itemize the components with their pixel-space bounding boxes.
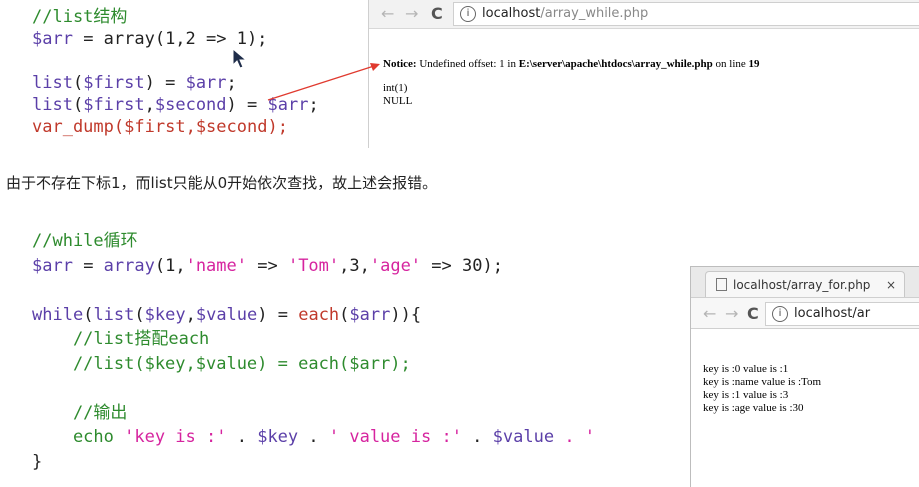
code-string: 'age': [369, 255, 422, 276]
code-keyword: while: [32, 304, 84, 325]
code-line: $arr = array(1,'name' => 'Tom',3,'age' =…: [32, 254, 692, 279]
code-text: (: [339, 304, 350, 325]
code-comment: //list搭配each: [32, 329, 210, 349]
code-var: $arr: [32, 255, 73, 276]
code-string: 'name': [185, 255, 247, 276]
output-line: key is :0 value is :1: [703, 363, 789, 375]
back-arrow-icon[interactable]: ←: [703, 304, 716, 323]
code-var: $key: [144, 304, 186, 325]
code-text: ) =: [257, 304, 299, 325]
output-line: key is :name value is :Tom: [703, 376, 822, 388]
code-comment: //输出: [32, 402, 128, 423]
code-text: .: [298, 427, 329, 447]
code-string: ' value is :': [328, 427, 462, 447]
code-line: }: [32, 450, 692, 475]
forward-arrow-icon[interactable]: →: [725, 304, 738, 323]
code-var: $arr: [349, 304, 391, 325]
code-comment: //list($key,$value) = each($arr);: [32, 353, 411, 374]
code-text: }: [32, 451, 43, 472]
close-tab-icon[interactable]: ×: [886, 272, 896, 298]
code-text: .: [461, 427, 493, 447]
caption-text: 由于不存在下标1，而list只能从0开始依次查找，故上述会报错。: [6, 174, 438, 192]
code-fn: array: [103, 255, 155, 276]
code-text: (1,: [154, 255, 186, 276]
code-line: //list($key,$value) = each($arr);: [32, 352, 692, 377]
code-fn: list: [93, 304, 135, 325]
code-block-while: //while循环 $arr = array(1,'name' => 'Tom'…: [32, 229, 692, 474]
address-bar[interactable]: i localhost/ar: [765, 302, 919, 326]
code-string: 'Tom': [287, 255, 340, 276]
browser-toolbar: ← → C i localhost/ar: [691, 298, 919, 329]
code-var: $value: [492, 427, 555, 447]
tab-title: localhost/array_for.php: [733, 278, 871, 292]
code-text: )){: [390, 304, 422, 325]
code-var: $value: [195, 304, 258, 325]
code-line: //list搭配each: [32, 327, 692, 352]
code-text: => 30);: [421, 255, 503, 276]
output-line: key is :1 value is :3: [703, 389, 789, 401]
url-host: localhost/ar: [794, 306, 871, 321]
code-line: //while循环: [32, 229, 692, 254]
code-comment: //while循环: [32, 231, 138, 251]
output-line: key is :age value is :30: [703, 402, 804, 414]
code-var: $key: [257, 427, 299, 447]
tab-strip: localhost/array_for.php ×: [691, 267, 919, 298]
browser-window-array-for: localhost/array_for.php × ← → C i localho…: [690, 266, 919, 487]
code-fn: each: [298, 304, 340, 325]
code-string: 'key is :': [124, 427, 227, 447]
code-text: (: [134, 304, 145, 325]
code-string: . ': [554, 427, 596, 447]
code-line: while(list($key,$value) = each($arr)){: [32, 303, 692, 328]
browser-tab[interactable]: localhost/array_for.php ×: [705, 271, 905, 297]
code-text: =: [72, 255, 104, 276]
code-line: echo 'key is :' . $key . ' value is :' .…: [32, 425, 692, 450]
reload-icon[interactable]: C: [747, 304, 759, 323]
code-text: ,: [185, 304, 196, 325]
page-output: key is :0 value is :1 key is :name value…: [703, 363, 821, 415]
code-text: ,3,: [339, 255, 370, 276]
code-text: =>: [247, 255, 288, 276]
code-text: (: [83, 304, 94, 325]
annotation-arrow: [267, 63, 380, 101]
info-icon[interactable]: i: [772, 305, 788, 322]
code-text: .: [226, 427, 258, 447]
code-line: //输出: [32, 401, 692, 426]
code-keyword: echo: [32, 427, 125, 447]
page-icon: [716, 278, 727, 291]
